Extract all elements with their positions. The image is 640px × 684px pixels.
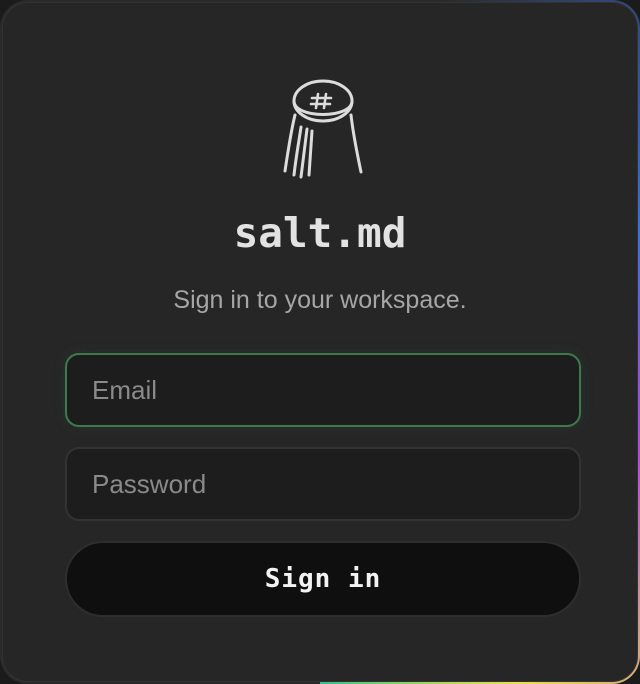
page-subtitle: Sign in to your workspace.	[173, 286, 467, 314]
password-field[interactable]	[65, 447, 581, 521]
sign-in-button[interactable]: Sign in	[65, 541, 581, 617]
login-frame: salt.md Sign in to your workspace. Sign …	[0, 0, 640, 684]
app-title: salt.md	[233, 209, 407, 257]
salt-shaker-icon	[283, 79, 363, 179]
email-field[interactable]	[65, 353, 581, 427]
login-card: salt.md Sign in to your workspace. Sign …	[2, 2, 638, 682]
